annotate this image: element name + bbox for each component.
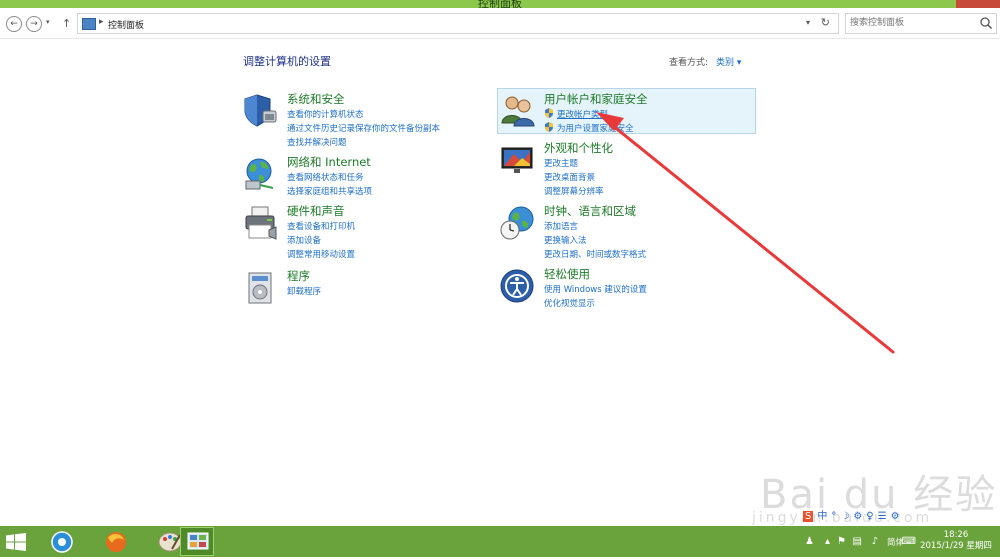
tray-volume-icon[interactable]: ♪ <box>872 536 878 547</box>
breadcrumb-chevron-icon[interactable]: ▸ <box>99 17 104 27</box>
recent-pages-chevron-icon[interactable]: ▾ <box>46 18 50 26</box>
system-security-shield-icon[interactable] <box>243 93 279 129</box>
back-button[interactable]: ← <box>6 16 22 32</box>
forward-button[interactable]: → <box>26 16 42 32</box>
category-title[interactable]: 用户帐户和家庭安全 <box>544 91 648 107</box>
sogou-logo-icon[interactable]: S <box>803 511 814 522</box>
link-family-safety[interactable]: 为用户设置家庭安全 <box>544 122 634 136</box>
ime-user-icon[interactable]: ♀ <box>866 511 873 522</box>
category-title[interactable]: 轻松使用 <box>544 266 590 282</box>
programs-icon[interactable] <box>243 270 279 306</box>
clock-globe-icon[interactable] <box>500 205 536 241</box>
taskbar-app-firefox[interactable] <box>90 527 142 556</box>
ime-moon-icon[interactable]: ☽ <box>840 511 849 522</box>
page-title: 调整计算机的设置 <box>243 55 331 68</box>
firefox-icon <box>106 532 126 552</box>
control-panel-icon <box>187 532 209 550</box>
clock-date: 2015/1/29 星期四 <box>920 541 992 551</box>
link-homegroup-sharing[interactable]: 选择家庭组和共享选项 <box>287 185 372 199</box>
control-panel-icon <box>82 18 96 30</box>
tray-user-icon[interactable]: ♟ <box>805 536 814 547</box>
link-add-language[interactable]: 添加语言 <box>544 220 646 234</box>
uac-shield-icon <box>545 122 553 132</box>
link-add-device[interactable]: 添加设备 <box>287 234 355 248</box>
ie-browser-icon <box>51 531 73 553</box>
link-label[interactable]: 为用户设置家庭安全 <box>557 124 634 134</box>
link-change-account-type[interactable]: 更改帐户类型 <box>544 108 634 122</box>
ime-punctuation-icon[interactable]: ° <box>831 511 836 522</box>
link-optimize-display[interactable]: 优化视觉显示 <box>544 297 647 311</box>
search-input[interactable] <box>846 14 970 31</box>
window-titlebar[interactable]: 控制面板 <box>0 0 1000 8</box>
address-bar[interactable]: ▸ 控制面板 ▾ ↻ <box>77 13 839 34</box>
view-by-dropdown[interactable]: 类别 ▾ <box>716 58 741 68</box>
address-toolbar: ← → ▾ ↑ ▸ 控制面板 ▾ ↻ <box>0 8 1000 39</box>
ime-toolbar[interactable]: S 中 ° ☽ ⚙ ♀ ☰ ⚙ <box>803 507 933 523</box>
link-uninstall-program[interactable]: 卸载程序 <box>287 285 321 299</box>
view-by: 查看方式: 类别 ▾ <box>669 55 741 68</box>
taskbar: ♟ ▴ ⚑ ▤ ♪ 简体 ⌨ 18:26 2015/1/29 星期四 <box>0 526 1000 557</box>
category-title[interactable]: 硬件和声音 <box>287 203 345 219</box>
link-file-history[interactable]: 通过文件历史记录保存你的文件备份副本 <box>287 122 440 136</box>
maximize-button[interactable] <box>926 0 956 8</box>
taskbar-app-control-panel[interactable] <box>180 527 214 556</box>
appearance-monitor-icon[interactable] <box>500 142 536 178</box>
printer-icon[interactable] <box>243 205 279 241</box>
tray-clock[interactable]: 18:26 2015/1/29 星期四 <box>916 530 996 552</box>
ime-tools-icon[interactable]: ⚙ <box>891 511 900 522</box>
up-arrow-icon[interactable]: ↑ <box>62 17 71 30</box>
close-button[interactable] <box>956 0 1000 8</box>
ime-chinese-mode[interactable]: 中 <box>817 511 827 522</box>
link-troubleshoot[interactable]: 查找并解决问题 <box>287 136 440 150</box>
network-globe-icon[interactable] <box>243 156 279 192</box>
ease-of-access-icon[interactable] <box>500 268 536 304</box>
link-view-computer-status[interactable]: 查看你的计算机状态 <box>287 108 440 122</box>
minimize-button[interactable] <box>896 0 926 8</box>
category-title[interactable]: 系统和安全 <box>287 91 345 107</box>
user-accounts-icon[interactable] <box>500 93 536 129</box>
view-by-label: 查看方式: <box>669 58 709 68</box>
clock-time: 18:26 <box>943 530 969 540</box>
link-date-time-format[interactable]: 更改日期、时间或数字格式 <box>544 248 646 262</box>
tray-expand-icon[interactable]: ▴ <box>825 536 830 547</box>
window-title: 控制面板 <box>478 0 522 8</box>
link-change-input-method[interactable]: 更换输入法 <box>544 234 646 248</box>
ime-settings-icon[interactable]: ⚙ <box>853 511 862 522</box>
link-mobility-settings[interactable]: 调整常用移动设置 <box>287 248 355 262</box>
link-desktop-background[interactable]: 更改桌面背景 <box>544 171 604 185</box>
link-label[interactable]: 更改帐户类型 <box>557 110 608 120</box>
link-network-status[interactable]: 查看网络状态和任务 <box>287 171 372 185</box>
tray-keyboard-icon[interactable]: ⌨ <box>902 536 916 547</box>
link-recommended-settings[interactable]: 使用 Windows 建议的设置 <box>544 283 647 297</box>
windows-start-icon[interactable] <box>6 533 26 551</box>
address-dropdown-icon[interactable]: ▾ <box>806 18 810 27</box>
breadcrumb[interactable]: 控制面板 <box>108 18 144 31</box>
link-change-theme[interactable]: 更改主题 <box>544 157 604 171</box>
search-icon[interactable] <box>979 16 993 30</box>
tray-flag-icon[interactable]: ⚑ <box>837 536 846 547</box>
search-box[interactable] <box>845 13 997 34</box>
category-title[interactable]: 网络和 Internet <box>287 154 371 170</box>
category-title[interactable]: 时钟、语言和区域 <box>544 203 636 219</box>
link-devices-printers[interactable]: 查看设备和打印机 <box>287 220 355 234</box>
uac-shield-icon <box>545 108 553 118</box>
taskbar-app-ie[interactable] <box>36 527 88 556</box>
ime-menu-icon[interactable]: ☰ <box>878 511 887 522</box>
category-title[interactable]: 程序 <box>287 268 310 284</box>
tray-network-icon[interactable]: ▤ <box>853 536 862 547</box>
link-screen-resolution[interactable]: 调整屏幕分辨率 <box>544 185 604 199</box>
category-title[interactable]: 外观和个性化 <box>544 140 613 156</box>
refresh-icon[interactable]: ↻ <box>821 16 830 29</box>
